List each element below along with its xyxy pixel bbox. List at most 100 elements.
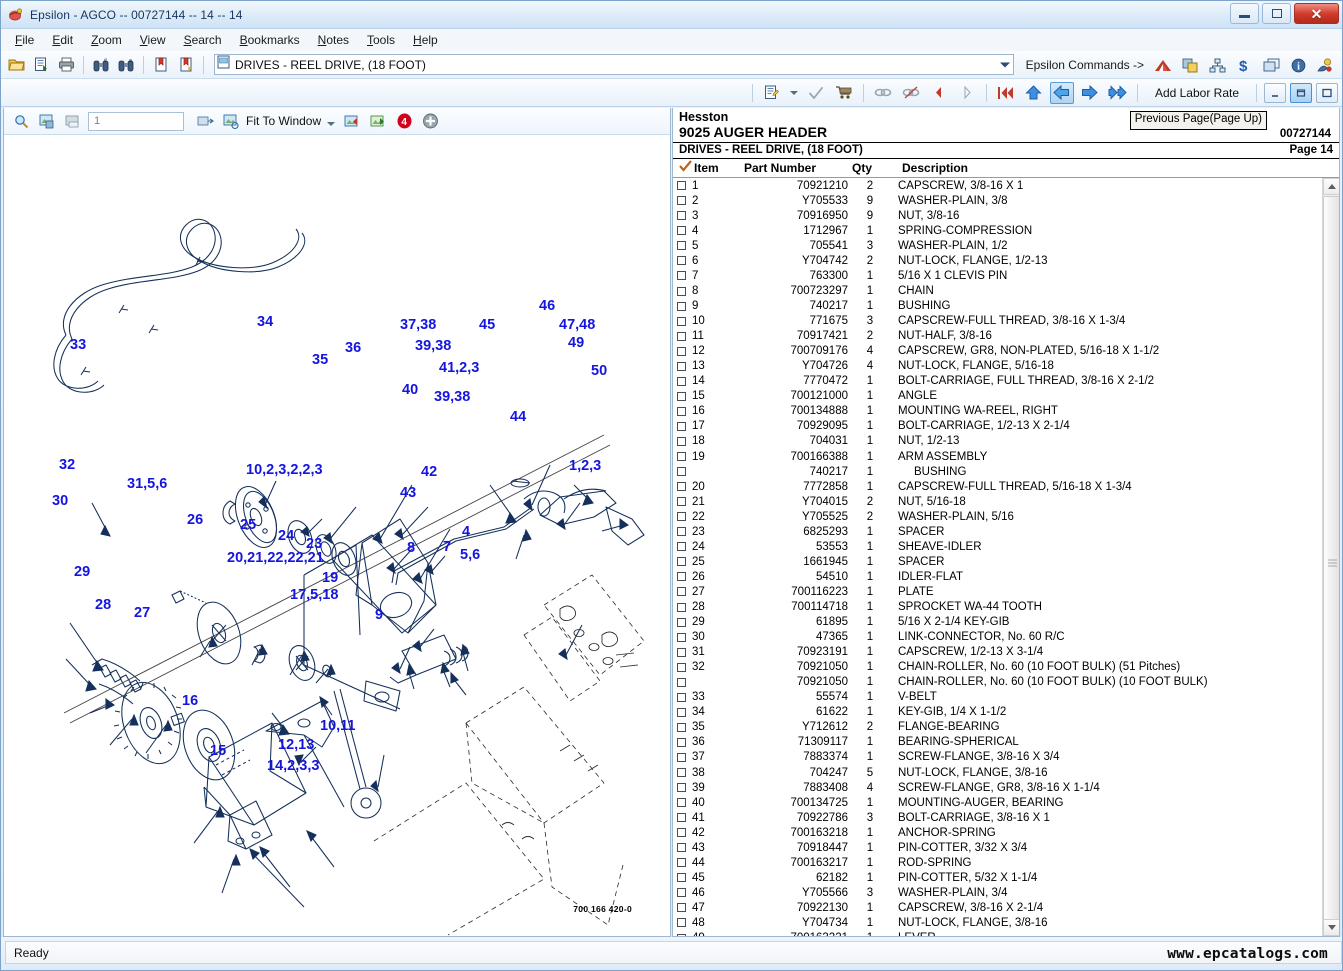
- row-checkbox[interactable]: [677, 813, 686, 823]
- row-checkbox[interactable]: [677, 376, 686, 386]
- callout-19[interactable]: 19: [322, 571, 338, 586]
- menu-tools[interactable]: Tools: [359, 31, 403, 50]
- callout-34[interactable]: 34: [257, 315, 273, 330]
- row-checkbox[interactable]: [677, 798, 686, 808]
- copy-document-icon[interactable]: [30, 54, 52, 76]
- table-row[interactable]: 44 700163217 1 ROD-SPRING: [673, 855, 1322, 870]
- callout-27[interactable]: 27: [134, 606, 150, 621]
- row-checkbox[interactable]: [677, 361, 686, 371]
- row-checkbox[interactable]: [677, 196, 686, 206]
- row-checkbox[interactable]: [677, 527, 686, 537]
- link-icon[interactable]: [871, 82, 895, 104]
- table-row[interactable]: 16 700134888 1 MOUNTING WA-REEL, RIGHT: [673, 404, 1322, 419]
- next-illustration-icon[interactable]: [367, 110, 389, 132]
- table-row[interactable]: 34 61622 1 KEY-GIB, 1/4 X 1-1/2: [673, 705, 1322, 720]
- zoom-chevron-down-icon[interactable]: [327, 122, 336, 126]
- row-checkbox[interactable]: [677, 858, 686, 868]
- callout-26[interactable]: 26: [187, 513, 203, 528]
- row-checkbox[interactable]: [677, 467, 686, 477]
- print-icon[interactable]: [55, 54, 77, 76]
- table-row[interactable]: 48 Y704734 1 NUT-LOCK, FLANGE, 3/8-16: [673, 915, 1322, 930]
- callout-33[interactable]: 33: [70, 338, 86, 353]
- table-row[interactable]: 24 53553 1 SHEAVE-IDLER: [673, 539, 1322, 554]
- table-row[interactable]: 46 Y705566 3 WASHER-PLAIN, 3/4: [673, 885, 1322, 900]
- maximize-child-icon[interactable]: [1316, 82, 1338, 103]
- table-row[interactable]: 70921050 1 CHAIN-ROLLER, No. 60 (10 FOOT B…: [673, 675, 1322, 690]
- open-folder-icon[interactable]: [5, 54, 27, 76]
- table-row[interactable]: 35 Y712612 2 FLANGE-BEARING: [673, 720, 1322, 735]
- zoom-mode-combo[interactable]: Fit To Window: [246, 114, 337, 128]
- shopping-cart-icon[interactable]: [832, 82, 856, 104]
- row-checkbox[interactable]: [677, 226, 686, 236]
- callout-39-38[interactable]: 39,38: [415, 339, 451, 354]
- table-row[interactable]: 9 740217 1 BUSHING: [673, 299, 1322, 314]
- callout-29[interactable]: 29: [74, 565, 90, 580]
- row-checkbox[interactable]: [677, 512, 686, 522]
- table-row[interactable]: 10 771675 3 CAPSCREW-FULL THREAD, 3/8-16 X …: [673, 314, 1322, 329]
- first-page-icon[interactable]: [994, 82, 1018, 104]
- table-row[interactable]: 15 700121000 1 ANGLE: [673, 389, 1322, 404]
- zoom-magnifier-icon[interactable]: [10, 110, 32, 132]
- row-checkbox[interactable]: [677, 662, 686, 672]
- table-row[interactable]: 45 62182 1 PIN-COTTER, 5/32 X 1-1/4: [673, 870, 1322, 885]
- add-circle-icon[interactable]: [419, 110, 441, 132]
- callout-39-38[interactable]: 39,38: [434, 390, 470, 405]
- callout-45[interactable]: 45: [479, 318, 495, 333]
- multi-window-icon[interactable]: [1260, 54, 1282, 76]
- callout-36[interactable]: 36: [345, 341, 361, 356]
- scrollbar-thumb[interactable]: [1323, 196, 1339, 931]
- chevron-down-icon[interactable]: [1000, 62, 1010, 67]
- callout-24[interactable]: 24: [278, 529, 294, 544]
- table-row[interactable]: 30 47365 1 LINK-CONNECTOR, No. 60 R/C: [673, 630, 1322, 645]
- table-row[interactable]: 8 700723297 1 CHAIN: [673, 284, 1322, 299]
- callout-42[interactable]: 42: [421, 465, 437, 480]
- callout-16[interactable]: 16: [182, 694, 198, 709]
- callout-37-38[interactable]: 37,38: [400, 318, 436, 333]
- callout-44[interactable]: 44: [510, 410, 526, 425]
- menu-bookmarks[interactable]: Bookmarks: [232, 31, 308, 50]
- last-page-icon[interactable]: [1106, 82, 1130, 104]
- row-checkbox[interactable]: [677, 783, 686, 793]
- row-checkbox[interactable]: [677, 843, 686, 853]
- up-page-icon[interactable]: [1022, 82, 1046, 104]
- row-checkbox[interactable]: [677, 316, 686, 326]
- table-row[interactable]: 27 700116223 1 PLATE: [673, 584, 1322, 599]
- row-checkbox[interactable]: [677, 873, 686, 883]
- callout-1-2-3[interactable]: 1,2,3: [569, 459, 601, 474]
- callout-41-2-3[interactable]: 41,2,3: [439, 361, 479, 376]
- row-checkbox[interactable]: [677, 482, 686, 492]
- row-checkbox[interactable]: [677, 918, 686, 928]
- document-combo[interactable]: DRIVES - REEL DRIVE, (18 FOOT): [214, 54, 1014, 75]
- callout-49[interactable]: 49: [568, 336, 584, 351]
- minimize-button[interactable]: [1230, 3, 1259, 24]
- row-checkbox[interactable]: [677, 542, 686, 552]
- table-row[interactable]: 13 Y704726 4 NUT-LOCK, FLANGE, 5/16-18: [673, 359, 1322, 374]
- hierarchy-icon[interactable]: [1206, 54, 1228, 76]
- row-checkbox[interactable]: [677, 256, 686, 266]
- row-checkbox[interactable]: [677, 752, 686, 762]
- callout-15[interactable]: 15: [210, 744, 226, 759]
- table-row[interactable]: 2 Y705533 9 WASHER-PLAIN, 3/8: [673, 193, 1322, 208]
- row-checkbox[interactable]: [677, 737, 686, 747]
- table-row[interactable]: 32 70921050 1 CHAIN-ROLLER, No. 60 (10 FOOT…: [673, 660, 1322, 675]
- table-row[interactable]: 31 70923191 1 CAPSCREW, 1/2-13 X 3-1/4: [673, 645, 1322, 660]
- info-icon[interactable]: i: [1287, 54, 1309, 76]
- row-checkbox[interactable]: [677, 602, 686, 612]
- table-row[interactable]: 43 70918447 1 PIN-COTTER, 3/32 X 3/4: [673, 840, 1322, 855]
- table-row[interactable]: 497001632211LEVER: [673, 931, 1322, 936]
- row-checkbox[interactable]: [677, 391, 686, 401]
- table-row[interactable]: 1 70921210 2 CAPSCREW, 3/8-16 X 1: [673, 178, 1322, 193]
- table-row[interactable]: 12 700709176 4 CAPSCREW, GR8, NON-PLATED, 5…: [673, 344, 1322, 359]
- callout-47-48[interactable]: 47,48: [559, 318, 595, 333]
- table-row[interactable]: 3 70916950 9 NUT, 3/8-16: [673, 208, 1322, 223]
- callout-17-5-18[interactable]: 17,5,18: [290, 588, 338, 603]
- row-checkbox[interactable]: [677, 888, 686, 898]
- table-row[interactable]: 23 6825293 1 SPACER: [673, 524, 1322, 539]
- table-row[interactable]: 37 7883374 1 SCREW-FLANGE, 3/8-16 X 3/4: [673, 750, 1322, 765]
- row-checkbox[interactable]: [677, 557, 686, 567]
- page-number-input[interactable]: 1: [88, 111, 184, 131]
- table-row[interactable]: 740217 1 BUSHING: [673, 464, 1322, 479]
- row-checkbox[interactable]: [677, 768, 686, 778]
- row-checkbox[interactable]: [677, 346, 686, 356]
- row-checkbox[interactable]: [677, 241, 686, 251]
